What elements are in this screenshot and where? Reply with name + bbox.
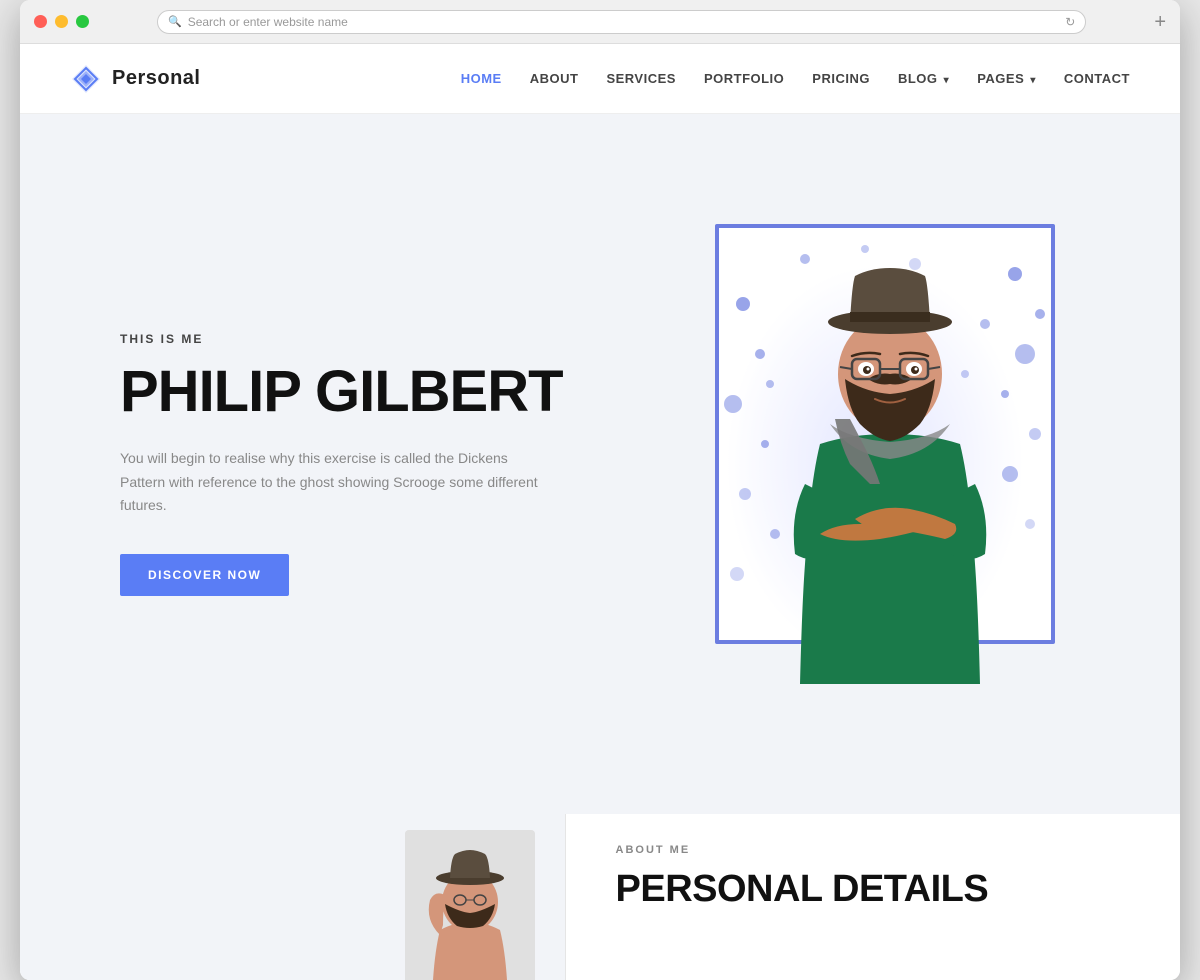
about-label: ABOUT ME (616, 844, 1131, 856)
hero-image-area (620, 224, 1130, 704)
logo-text: Personal (112, 67, 200, 90)
browser-content: Personal HOME ABOUT SERVICES PORTFOLIO (20, 44, 1180, 980)
nav-link-pricing[interactable]: PRICING (812, 71, 870, 86)
nav-item-contact[interactable]: CONTACT (1064, 70, 1130, 88)
hero-subtitle: THIS IS ME (120, 332, 620, 346)
about-image-left (20, 814, 565, 980)
website: Personal HOME ABOUT SERVICES PORTFOLIO (20, 44, 1180, 980)
hero-title: PHILIP GILBERT (120, 362, 620, 423)
hero-image-container (685, 224, 1065, 704)
person-thumbnail (405, 830, 535, 980)
address-placeholder: Search or enter website name (188, 15, 348, 29)
nav-link-portfolio[interactable]: PORTFOLIO (704, 71, 784, 86)
nav-item-blog[interactable]: BLOG ▾ (898, 70, 949, 88)
chevron-down-icon: ▾ (1030, 75, 1036, 86)
about-section-peek: ABOUT ME PERSONAL DETAILS (20, 814, 1180, 980)
nav-item-pages[interactable]: PAGES ▾ (977, 70, 1036, 88)
search-icon: 🔍 (168, 15, 182, 28)
nav-item-portfolio[interactable]: PORTFOLIO (704, 70, 784, 88)
navbar-nav: HOME ABOUT SERVICES PORTFOLIO PRICING (461, 70, 1130, 88)
about-title: PERSONAL DETAILS (616, 868, 1131, 911)
nav-link-home[interactable]: HOME (461, 71, 502, 86)
nav-link-contact[interactable]: CONTACT (1064, 71, 1130, 86)
nav-link-services[interactable]: SERVICES (606, 71, 676, 86)
nav-link-pages[interactable]: PAGES ▾ (977, 71, 1036, 86)
nav-link-about[interactable]: ABOUT (530, 71, 579, 86)
logo-icon (70, 63, 102, 95)
about-text-right: ABOUT ME PERSONAL DETAILS (566, 814, 1181, 980)
new-tab-button[interactable]: + (1154, 12, 1166, 32)
nav-item-services[interactable]: SERVICES (606, 70, 676, 88)
close-button[interactable] (34, 15, 47, 28)
hero-person-svg (740, 224, 1040, 704)
nav-link-blog[interactable]: BLOG ▾ (898, 71, 949, 86)
nav-item-about[interactable]: ABOUT (530, 70, 579, 88)
maximize-button[interactable] (76, 15, 89, 28)
navbar: Personal HOME ABOUT SERVICES PORTFOLIO (20, 44, 1180, 114)
discover-now-button[interactable]: DISCOVER NOW (120, 554, 289, 596)
logo-link[interactable]: Personal (70, 63, 200, 95)
chevron-down-icon: ▾ (944, 75, 950, 86)
reload-icon[interactable]: ↻ (1065, 15, 1075, 29)
nav-item-pricing[interactable]: PRICING (812, 70, 870, 88)
nav-item-home[interactable]: HOME (461, 70, 502, 88)
person-thumb-svg (405, 830, 535, 980)
minimize-button[interactable] (55, 15, 68, 28)
hero-description: You will begin to realise why this exerc… (120, 447, 540, 518)
hero-content: THIS IS ME PHILIP GILBERT You will begin… (120, 332, 620, 596)
address-bar[interactable]: 🔍 Search or enter website name ↻ (157, 10, 1086, 34)
hero-section: THIS IS ME PHILIP GILBERT You will begin… (20, 114, 1180, 814)
browser-window: 🔍 Search or enter website name ↻ + Perso… (20, 0, 1180, 980)
browser-titlebar: 🔍 Search or enter website name ↻ + (20, 0, 1180, 44)
